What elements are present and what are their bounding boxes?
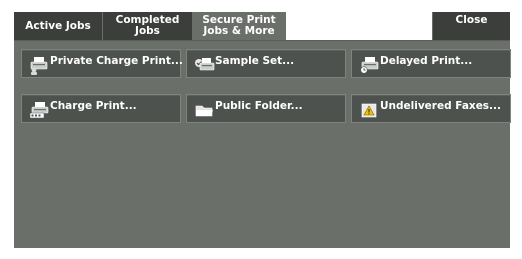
tab-divider	[14, 40, 510, 41]
charge-print-button[interactable]: Charge Print...	[21, 94, 181, 123]
warning-fax-icon	[358, 100, 380, 120]
tab-completed-jobs-label: Completed Jobs	[116, 15, 180, 37]
delayed-print-label: Delayed Print...	[380, 55, 473, 67]
tab-active-jobs[interactable]: Active Jobs	[14, 12, 102, 40]
tab-secure-print-jobs-and-more[interactable]: Secure Print Jobs & More	[193, 12, 285, 41]
printer-check-icon	[193, 55, 215, 75]
tab-completed-line2: Jobs	[135, 25, 160, 37]
tab-completed-jobs[interactable]: Completed Jobs	[103, 12, 192, 40]
public-folder-button[interactable]: Public Folder...	[186, 94, 346, 123]
tab-bar-spacer	[286, 12, 432, 40]
printer-user-icon	[28, 55, 50, 75]
folder-icon	[193, 100, 215, 120]
private-charge-print-label: Private Charge Print...	[50, 55, 183, 67]
jobs-panel: Active Jobs Completed Jobs Secure Print …	[14, 12, 511, 248]
close-button-label: Close	[455, 14, 488, 26]
charge-print-label: Charge Print...	[50, 100, 137, 112]
tab-active-jobs-label: Active Jobs	[25, 19, 91, 32]
delayed-print-button[interactable]: Delayed Print...	[351, 49, 511, 78]
private-charge-print-button[interactable]: Private Charge Print...	[21, 49, 183, 78]
sample-set-label: Sample Set...	[215, 55, 295, 67]
sample-set-button[interactable]: Sample Set...	[186, 49, 346, 78]
tab-secure-print-label: Secure Print Jobs & More	[202, 15, 275, 37]
tab-secure-line2: Jobs & More	[203, 25, 275, 37]
undelivered-faxes-button[interactable]: Undelivered Faxes...	[351, 94, 511, 123]
tab-bar: Active Jobs Completed Jobs Secure Print …	[14, 12, 510, 41]
printer-clock-icon	[358, 55, 380, 75]
undelivered-faxes-label: Undelivered Faxes...	[380, 100, 502, 112]
close-button[interactable]: Close	[433, 12, 510, 40]
printer-counter-icon	[28, 100, 50, 120]
public-folder-label: Public Folder...	[215, 100, 303, 112]
